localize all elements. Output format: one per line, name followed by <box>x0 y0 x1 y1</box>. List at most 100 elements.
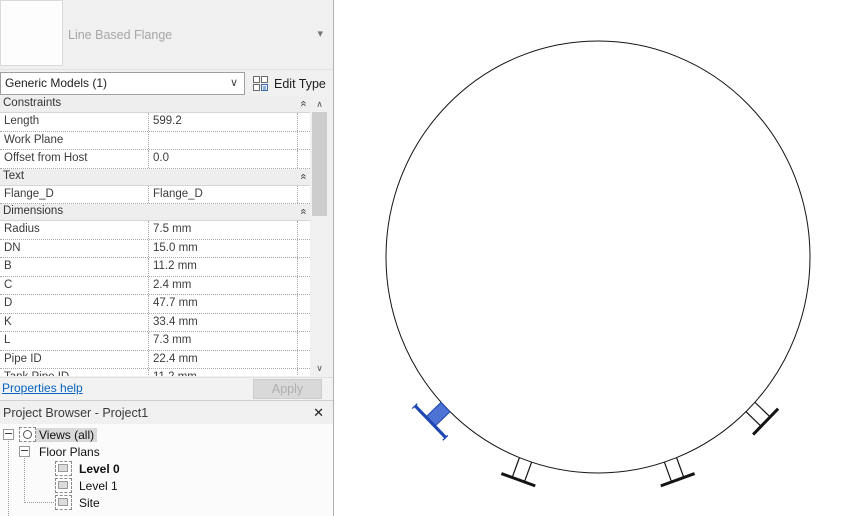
property-row: L 7.3 mm <box>0 332 310 351</box>
chevron-down-icon[interactable]: ∨ <box>230 76 238 89</box>
property-row: Flange_D Flange_D <box>0 185 310 204</box>
scrollbar-thumb[interactable] <box>312 112 327 216</box>
tank-outline-circle[interactable] <box>385 40 811 474</box>
tree-item-label[interactable]: Floor Plans <box>36 445 103 459</box>
tree-item-floor-plan[interactable]: Level 0 <box>55 460 123 477</box>
properties-palette: Line Based Flange ▾ Generic Models (1) ∨… <box>0 0 334 516</box>
flange-neck-line[interactable] <box>663 461 673 483</box>
tree-connector <box>8 438 9 516</box>
tree-item-label[interactable]: Level 0 <box>76 462 123 476</box>
scroll-down-icon[interactable]: ∨ <box>311 360 328 376</box>
category-filter-value: Generic Models (1) <box>5 76 108 90</box>
property-value[interactable]: 2.4 mm <box>148 276 297 294</box>
tree-item-label[interactable]: Views (all) <box>36 427 98 442</box>
property-row: Radius 7.5 mm <box>0 221 310 240</box>
property-row: Length 599.2 <box>0 113 310 132</box>
property-value[interactable]: 11.2 mm <box>148 258 297 276</box>
property-value[interactable] <box>148 131 297 149</box>
project-browser-title: Project Browser - Project1 <box>3 406 149 420</box>
collapse-expander-icon[interactable] <box>3 429 14 440</box>
category-filter-combobox[interactable]: Generic Models (1) ∨ <box>0 72 245 95</box>
tree-item-floor-plan[interactable]: Site <box>55 494 103 511</box>
property-row: Work Plane <box>0 131 310 150</box>
type-selector[interactable]: Line Based Flange ▾ <box>0 0 333 70</box>
section-header[interactable]: Text » <box>0 168 310 186</box>
tree-item-label[interactable]: Level 1 <box>76 479 121 493</box>
tree-item-views-all[interactable]: Views (all) <box>3 426 98 443</box>
flange-neck-line[interactable] <box>511 457 520 478</box>
property-row: D 47.7 mm <box>0 295 310 314</box>
floor-plan-icon <box>55 478 72 493</box>
apply-button[interactable]: Apply <box>253 379 322 399</box>
section-title: Text <box>3 169 25 182</box>
property-label: K <box>4 315 12 328</box>
tree-item-floor-plan[interactable]: Level 1 <box>55 477 121 494</box>
project-browser-header: Project Browser - Project1 ✕ <box>0 402 333 423</box>
property-value[interactable]: 7.3 mm <box>148 332 297 350</box>
section-header[interactable]: Constraints » <box>0 96 310 113</box>
close-icon[interactable]: ✕ <box>313 405 324 421</box>
property-value[interactable]: 33.4 mm <box>148 313 297 331</box>
scroll-up-icon[interactable]: ∧ <box>311 96 328 112</box>
property-label: C <box>4 278 13 291</box>
flange-plate-line[interactable] <box>660 472 696 488</box>
associate-param-cell <box>297 131 310 149</box>
property-label: D <box>4 297 13 309</box>
property-label: Pipe ID <box>4 352 42 365</box>
views-all-icon <box>19 427 36 442</box>
floor-plan-icon <box>55 495 72 510</box>
properties-footer: Properties help Apply <box>0 377 333 400</box>
section-header[interactable]: Dimensions » <box>0 204 310 221</box>
edit-type-button[interactable]: Edit Type <box>252 72 326 95</box>
tree-item-floor-plans[interactable]: Floor Plans <box>19 443 103 460</box>
property-label: Tank Pipe ID <box>0 369 148 376</box>
associate-param-cell <box>297 369 310 376</box>
panel-divider <box>0 400 333 401</box>
flange-symbol-selected[interactable] <box>411 401 451 441</box>
family-type-label: Line Based Flange <box>68 28 173 42</box>
property-row: Offset from Host 0.0 <box>0 150 310 169</box>
property-grid: Constraints » Length 599.2 Work Plane Offset … <box>0 96 310 376</box>
property-label: Length <box>4 115 40 127</box>
associate-param-cell <box>297 258 310 276</box>
properties-scrollbar[interactable]: ∧ ∨ <box>311 96 328 376</box>
drawing-canvas-svg[interactable] <box>334 0 841 516</box>
floor-plan-icon <box>55 461 72 476</box>
flange-plate-line[interactable] <box>500 472 536 488</box>
property-value[interactable]: 15.0 mm <box>148 239 297 257</box>
collapse-section-icon[interactable]: » <box>297 208 309 214</box>
flange-neck-line[interactable] <box>754 401 771 418</box>
property-row: C 2.4 mm <box>0 276 310 295</box>
property-value[interactable]: 47.7 mm <box>148 295 297 313</box>
collapse-section-icon[interactable]: » <box>297 173 309 179</box>
section-title: Constraints <box>3 97 62 109</box>
properties-help-link[interactable]: Properties help <box>2 381 83 395</box>
tree-item-label[interactable]: Site <box>76 496 103 510</box>
property-label: Offset from Host <box>4 152 88 164</box>
property-value[interactable]: 22.4 mm <box>148 350 297 368</box>
property-row: B 11.2 mm <box>0 258 310 277</box>
section-title: Dimensions <box>3 205 64 217</box>
associate-param-cell <box>297 150 310 168</box>
collapse-section-icon[interactable]: » <box>297 100 309 106</box>
associate-param-cell <box>297 313 310 331</box>
tree-connector <box>24 455 25 503</box>
collapse-expander-icon[interactable] <box>19 446 30 457</box>
flange-neck-line[interactable] <box>523 461 533 483</box>
property-value[interactable]: 0.0 <box>148 150 297 168</box>
property-value[interactable]: 7.5 mm <box>148 221 297 239</box>
property-row: Pipe ID 22.4 mm <box>0 350 310 369</box>
type-selector-dropdown-icon[interactable]: ▾ <box>317 27 323 40</box>
associate-param-cell <box>297 295 310 313</box>
property-label: L <box>4 334 11 346</box>
project-browser-tree: Views (all) Floor Plans Level 0 Level 1 Si… <box>0 424 333 516</box>
property-value[interactable]: 599.2 <box>148 113 297 131</box>
tree-connector <box>24 502 54 503</box>
property-value[interactable]: Flange_D <box>148 185 297 203</box>
property-value[interactable]: 11.2 mm <box>148 369 297 376</box>
associate-param-cell <box>297 239 310 257</box>
flange-neck-line[interactable] <box>745 411 762 427</box>
associate-param-cell <box>297 350 310 368</box>
edit-type-label: Edit Type <box>274 76 326 91</box>
flange-neck-line[interactable] <box>676 457 685 478</box>
